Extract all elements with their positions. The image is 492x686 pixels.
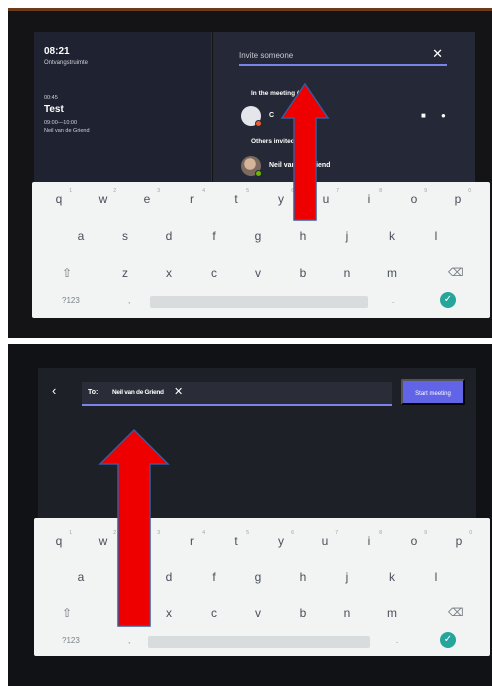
start-meeting-button[interactable]: Start meeting bbox=[401, 379, 465, 405]
on-screen-keyboard: q1 w2 e3 r4 t5 y6 u7 i8 o9 p0 a s d f g … bbox=[32, 182, 490, 318]
meeting-info-pane: 08:21 Ontvangstruimte 00:45 Test 09:00—1… bbox=[34, 32, 212, 192]
key-t[interactable]: t5 bbox=[221, 530, 251, 548]
numbers-key[interactable]: ?123 bbox=[62, 636, 80, 645]
backspace-icon[interactable]: ⌫ bbox=[448, 266, 464, 279]
meeting-organizer: Neil van de Griend bbox=[44, 128, 90, 134]
key-k[interactable]: k bbox=[377, 570, 407, 584]
key-d[interactable]: d bbox=[154, 229, 184, 243]
invited-row[interactable]: Neil van de Griend bbox=[239, 156, 449, 178]
key-j[interactable]: j bbox=[332, 570, 362, 584]
period-key[interactable]: . bbox=[396, 636, 398, 645]
space-bar[interactable] bbox=[148, 636, 370, 648]
key-m[interactable]: m bbox=[377, 266, 407, 280]
space-bar[interactable] bbox=[150, 296, 368, 308]
to-field[interactable]: To: Neil van de Griend ✕ bbox=[82, 382, 392, 406]
key-n[interactable]: n bbox=[332, 606, 362, 620]
key-z[interactable]: z bbox=[110, 266, 140, 280]
comma-key[interactable]: , bbox=[128, 296, 130, 305]
key-m[interactable]: m bbox=[377, 606, 407, 620]
check-icon[interactable]: ✓ bbox=[440, 632, 456, 648]
key-p[interactable]: p0 bbox=[443, 188, 473, 206]
key-o[interactable]: o9 bbox=[399, 188, 429, 206]
invite-input[interactable] bbox=[239, 48, 419, 62]
photo-top: 08:21 Ontvangstruimte 00:45 Test 09:00—1… bbox=[8, 8, 492, 338]
up-arrow-annotation bbox=[98, 428, 170, 627]
key-v[interactable]: v bbox=[243, 606, 273, 620]
key-h[interactable]: h bbox=[288, 229, 318, 243]
backspace-icon[interactable]: ⌫ bbox=[448, 606, 464, 619]
up-arrow-annotation bbox=[280, 82, 330, 221]
shift-icon[interactable]: ⇧ bbox=[62, 606, 72, 620]
key-e[interactable]: e3 bbox=[132, 188, 162, 206]
key-l[interactable]: l bbox=[421, 229, 451, 243]
key-x[interactable]: x bbox=[154, 266, 184, 280]
arrow-shape bbox=[280, 82, 330, 221]
key-f[interactable]: f bbox=[199, 570, 229, 584]
key-p[interactable]: p0 bbox=[444, 530, 474, 548]
participant-row[interactable]: C ■ ● bbox=[239, 106, 449, 128]
arrow-shape bbox=[98, 428, 170, 627]
key-q[interactable]: q1 bbox=[44, 530, 74, 548]
screenshot-frame: 08:21 Ontvangstruimte 00:45 Test 09:00—1… bbox=[0, 0, 492, 686]
key-l[interactable]: l bbox=[421, 570, 451, 584]
key-b[interactable]: b bbox=[288, 266, 318, 280]
key-g[interactable]: g bbox=[243, 570, 273, 584]
check-icon[interactable]: ✓ bbox=[440, 292, 456, 308]
microphone-icon[interactable]: ● bbox=[441, 111, 446, 120]
key-a[interactable]: a bbox=[66, 570, 96, 584]
participants-pane: ✕ In the meeting (1) C ■ ● Others invite… bbox=[213, 32, 475, 192]
key-j[interactable]: j bbox=[332, 229, 362, 243]
key-r[interactable]: r4 bbox=[177, 530, 207, 548]
status-badge bbox=[255, 120, 262, 127]
numbers-key[interactable]: ?123 bbox=[62, 296, 80, 305]
key-c[interactable]: c bbox=[199, 606, 229, 620]
invite-field: ✕ bbox=[239, 46, 447, 66]
key-f[interactable]: f bbox=[199, 229, 229, 243]
key-i[interactable]: i8 bbox=[354, 530, 384, 548]
meeting-title: Test bbox=[44, 104, 64, 115]
key-y[interactable]: y6 bbox=[266, 530, 296, 548]
close-icon[interactable]: ✕ bbox=[174, 385, 183, 398]
to-label: To: bbox=[88, 389, 99, 396]
recipient-chip[interactable]: Neil van de Griend bbox=[112, 389, 164, 396]
key-n[interactable]: n bbox=[332, 266, 362, 280]
key-q[interactable]: q1 bbox=[44, 188, 74, 206]
close-icon[interactable]: ✕ bbox=[432, 46, 443, 62]
key-w[interactable]: w2 bbox=[88, 188, 118, 206]
video-icon[interactable]: ■ bbox=[421, 111, 426, 120]
top-edge bbox=[8, 8, 492, 11]
key-i[interactable]: i8 bbox=[354, 188, 384, 206]
status-badge bbox=[255, 170, 262, 177]
key-h[interactable]: h bbox=[288, 570, 318, 584]
shift-icon[interactable]: ⇧ bbox=[62, 266, 72, 280]
key-b[interactable]: b bbox=[288, 606, 318, 620]
participant-name: C bbox=[269, 112, 275, 119]
comma-key[interactable]: , bbox=[128, 636, 130, 645]
clock-time: 08:21 bbox=[44, 46, 70, 57]
meeting-hours: 09:00—10:00 bbox=[44, 120, 78, 126]
period-key[interactable]: . bbox=[392, 296, 394, 305]
meeting-duration: 00:45 bbox=[44, 95, 58, 101]
key-a[interactable]: a bbox=[66, 229, 96, 243]
key-t[interactable]: t5 bbox=[221, 188, 251, 206]
key-v[interactable]: v bbox=[243, 266, 273, 280]
key-o[interactable]: o9 bbox=[399, 530, 429, 548]
photo-bottom: ‹ To: Neil van de Griend ✕ Start meeting… bbox=[8, 344, 492, 686]
key-c[interactable]: c bbox=[199, 266, 229, 280]
key-u[interactable]: u7 bbox=[310, 530, 340, 548]
key-s[interactable]: s bbox=[110, 229, 140, 243]
key-r[interactable]: r4 bbox=[177, 188, 207, 206]
room-name: Ontvangstruimte bbox=[44, 60, 89, 66]
back-chevron-icon[interactable]: ‹ bbox=[52, 384, 56, 398]
key-k[interactable]: k bbox=[377, 229, 407, 243]
key-g[interactable]: g bbox=[243, 229, 273, 243]
